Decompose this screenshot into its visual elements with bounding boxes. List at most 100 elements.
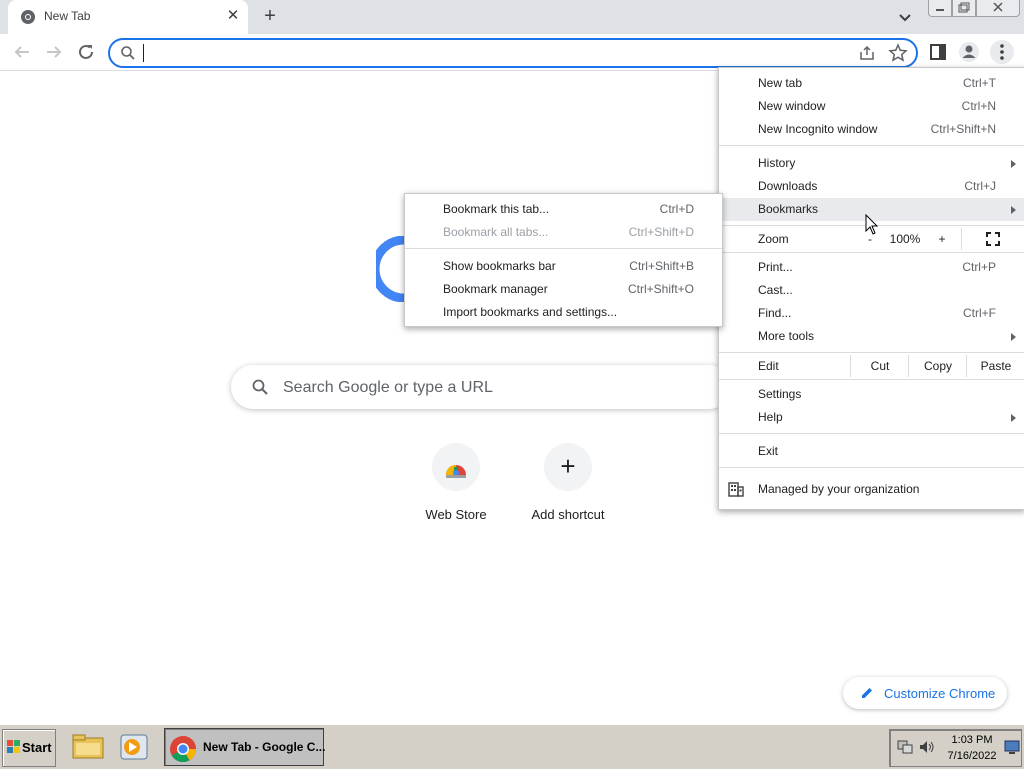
menu-item-shortcut: Ctrl+N <box>961 99 996 113</box>
network-icon[interactable] <box>896 738 914 756</box>
bookmark-star-icon[interactable] <box>888 43 908 63</box>
chrome-logo-icon <box>170 736 197 763</box>
volume-icon[interactable] <box>918 738 936 756</box>
tab-close-icon[interactable]: ✕ <box>224 7 242 25</box>
menu-item-history[interactable]: History <box>719 152 1024 175</box>
system-tray: 1:03 PM 7/16/2022 <box>889 729 1022 767</box>
ntp-search-placeholder: Search Google or type a URL <box>283 379 493 396</box>
ntp-search-box[interactable]: Search Google or type a URL <box>231 365 731 409</box>
building-icon <box>728 482 744 497</box>
menu-separator <box>719 145 1024 146</box>
menu-item-label: Import bookmarks and settings... <box>443 305 618 319</box>
menu-item-label: New window <box>758 99 826 113</box>
tab-search-chevron-icon[interactable] <box>894 6 916 28</box>
menu-item-shortcut: Ctrl+Shift+N <box>930 122 996 136</box>
task-label: New Tab - Google C... <box>203 740 326 754</box>
menu-item-label: Settings <box>758 387 802 401</box>
media-player-icon[interactable] <box>114 729 154 765</box>
forward-icon[interactable] <box>42 40 66 64</box>
menu-item-label: Help <box>758 410 783 424</box>
submenu-arrow-icon <box>1011 160 1016 168</box>
edit-paste-button[interactable]: Paste <box>966 355 1024 377</box>
shortcut-tile <box>432 443 480 491</box>
menu-item-label: Bookmark all tabs... <box>443 225 549 239</box>
menu-item-label: History <box>758 156 796 170</box>
menu-item-help[interactable]: Help <box>719 406 1024 429</box>
shortcut-label: Add shortcut <box>531 507 605 522</box>
shortcut-add[interactable]: + Add shortcut <box>512 443 624 533</box>
menu-item-settings[interactable]: Settings <box>719 383 1024 406</box>
clock-date: 7/16/2022 <box>947 750 997 762</box>
edit-copy-button[interactable]: Copy <box>908 355 967 377</box>
address-bar[interactable] <box>108 38 918 68</box>
edit-cut-button[interactable]: Cut <box>850 355 909 377</box>
menu-item-label: Bookmark manager <box>443 282 548 296</box>
menu-separator <box>719 467 1024 468</box>
zoom-level: 100% <box>889 232 921 246</box>
menu-item-edit: Edit <box>719 355 839 378</box>
reload-icon[interactable] <box>74 40 98 64</box>
restore-icon <box>958 2 970 13</box>
menu-item-shortcut: Ctrl+Shift+B <box>629 259 694 273</box>
taskbar-chrome-task[interactable]: New Tab - Google C... <box>164 728 326 766</box>
shortcut-web-store[interactable]: Web Store <box>400 443 512 533</box>
menu-separator <box>719 352 1024 353</box>
menu-item-bookmark-manager[interactable]: Bookmark manager Ctrl+Shift+O <box>405 278 722 301</box>
menu-item-label: Managed by your organization <box>758 482 920 496</box>
menu-item-zoom: Zoom <box>719 228 839 251</box>
menu-item-shortcut: Ctrl+D <box>659 202 694 216</box>
window-restore-button[interactable] <box>952 0 976 17</box>
side-panel-icon[interactable] <box>926 40 950 64</box>
menu-item-find[interactable]: Find... Ctrl+F <box>719 302 1024 325</box>
menu-item-label: Edit <box>758 359 779 373</box>
fullscreen-button[interactable] <box>961 228 1024 250</box>
menu-separator <box>719 433 1024 434</box>
menu-item-import-bookmarks[interactable]: Import bookmarks and settings... <box>405 301 722 324</box>
menu-item-managed[interactable]: Managed by your organization <box>719 478 1024 501</box>
window-minimize-button[interactable] <box>928 0 952 17</box>
customize-label: Customize Chrome <box>884 686 996 701</box>
menu-separator <box>719 379 1024 380</box>
menu-item-shortcut: Ctrl+T <box>963 76 996 90</box>
menu-item-label: Exit <box>758 444 779 458</box>
menu-item-bookmark-this-tab[interactable]: Bookmark this tab... Ctrl+D <box>405 198 722 221</box>
toolbar <box>0 34 1024 71</box>
menu-item-show-bookmarks-bar[interactable]: Show bookmarks bar Ctrl+Shift+B <box>405 255 722 278</box>
window-close-button[interactable] <box>976 0 1020 17</box>
menu-item-new-incognito-window[interactable]: New Incognito window Ctrl+Shift+N <box>719 118 1024 141</box>
tab-new-tab[interactable]: New Tab ✕ <box>8 0 248 34</box>
text-cursor <box>143 44 144 62</box>
menu-item-label: New Incognito window <box>758 122 878 136</box>
tab-title: New Tab <box>44 9 91 23</box>
menu-item-new-window[interactable]: New window Ctrl+N <box>719 95 1024 118</box>
back-icon[interactable] <box>10 40 34 64</box>
share-icon[interactable] <box>858 44 876 62</box>
menu-item-exit[interactable]: Exit <box>719 440 1024 463</box>
submenu-arrow-icon <box>1011 206 1016 214</box>
menu-separator <box>405 248 722 249</box>
menu-item-cast[interactable]: Cast... <box>719 279 1024 302</box>
menu-separator <box>719 252 1024 253</box>
chrome-menu-icon[interactable] <box>990 40 1014 64</box>
menu-item-print[interactable]: Print... Ctrl+P <box>719 256 1024 279</box>
new-tab-button[interactable]: + <box>259 5 281 27</box>
menu-item-shortcut: Ctrl+Shift+O <box>627 282 694 296</box>
file-explorer-icon[interactable] <box>68 729 108 765</box>
menu-item-label: Find... <box>758 306 792 320</box>
start-button[interactable]: Start <box>2 729 56 767</box>
menu-item-downloads[interactable]: Downloads Ctrl+J <box>719 175 1024 198</box>
web-store-icon <box>446 465 466 478</box>
menu-item-shortcut: Ctrl+Shift+D <box>628 225 694 239</box>
customize-chrome-button[interactable]: Customize Chrome <box>843 677 1007 709</box>
zoom-in-button[interactable]: + <box>922 228 962 250</box>
taskbar: Start New Tab - Google C... 1:03 PM 7/16… <box>0 724 1024 769</box>
tab-strip: New Tab ✕ + <box>0 0 1024 34</box>
menu-item-new-tab[interactable]: New tab Ctrl+T <box>719 72 1024 95</box>
search-icon <box>252 379 268 395</box>
menu-item-shortcut: Ctrl+J <box>964 179 996 193</box>
menu-item-more-tools[interactable]: More tools <box>719 325 1024 348</box>
show-desktop-icon[interactable] <box>1004 739 1020 755</box>
menu-item-label: Print... <box>758 260 793 274</box>
minimize-icon <box>936 9 944 11</box>
profile-avatar-icon[interactable] <box>957 40 981 64</box>
